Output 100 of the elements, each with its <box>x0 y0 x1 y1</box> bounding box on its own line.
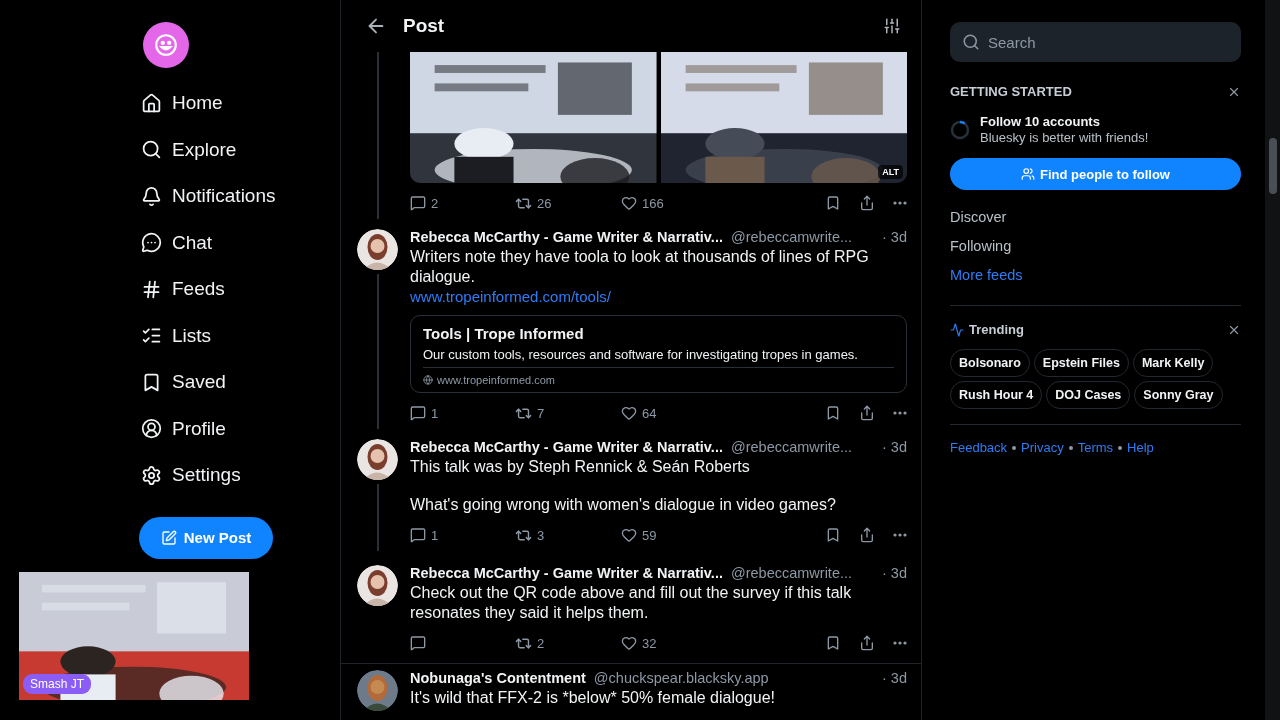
person-circle-icon <box>141 418 162 440</box>
like-button[interactable]: 59 <box>621 527 721 543</box>
heart-icon <box>621 635 637 651</box>
search-field[interactable]: Search <box>950 22 1241 62</box>
reply-button[interactable]: 1 <box>410 405 515 421</box>
link-card[interactable]: Tools | Trope Informed Our custom tools, resources and software for investigating tropes in games. www.tropeinformed.com <box>410 315 907 393</box>
post-time: · 3d <box>882 565 907 581</box>
heart-icon <box>621 405 637 421</box>
dot-separator-icon <box>1068 445 1073 450</box>
progress-ring-icon <box>950 119 970 140</box>
post-time: · 3d <box>882 439 907 455</box>
repost-button[interactable]: 3 <box>515 526 621 544</box>
more-button[interactable] <box>893 641 907 645</box>
share-icon <box>859 195 875 211</box>
nav-link[interactable]: Feeds <box>139 266 227 313</box>
home-icon <box>141 92 162 114</box>
share-icon <box>859 405 875 421</box>
repost-button[interactable]: 7 <box>515 404 621 422</box>
post-link[interactable]: www.tropeinformed.com/tools/ <box>410 287 907 307</box>
bookmark-button[interactable] <box>825 195 841 211</box>
post-time: · 3d <box>882 670 907 686</box>
search-icon <box>962 33 980 51</box>
settings-icon[interactable] <box>883 17 901 35</box>
trending-icon <box>950 322 964 337</box>
more-dots-icon <box>893 201 907 205</box>
nav-link[interactable]: Home <box>139 80 225 127</box>
nav-link[interactable]: Settings <box>139 452 243 499</box>
like-button[interactable]: 32 <box>621 635 721 651</box>
speech-bubble-icon <box>410 405 426 421</box>
post-time: · 3d <box>882 229 907 245</box>
people-icon <box>1021 167 1035 181</box>
feed-link[interactable]: Discover <box>950 202 1007 231</box>
nav-link[interactable]: Explore <box>139 126 239 173</box>
task-title: Follow 10 accounts <box>980 114 1101 129</box>
post-text: What's going wrong with women's dialogue in video games? <box>410 495 837 515</box>
reply-button[interactable]: 1 <box>410 527 515 543</box>
feed-link[interactable]: Following <box>950 231 1012 260</box>
share-button[interactable] <box>859 195 875 211</box>
globe-icon <box>423 375 433 385</box>
share-button[interactable] <box>859 635 875 651</box>
footer-link[interactable]: Terms <box>1077 440 1114 455</box>
more-button[interactable] <box>893 411 907 415</box>
dot-separator-icon <box>1118 445 1123 450</box>
bookmark-button[interactable] <box>825 635 841 651</box>
author-handle[interactable]: @rebeccamwrite... <box>730 229 853 245</box>
new-post-button[interactable]: New Post <box>139 516 273 559</box>
share-button[interactable] <box>859 405 875 421</box>
share-icon <box>859 635 875 651</box>
bookmark-icon <box>825 527 841 543</box>
speech-bubble-icon <box>410 195 426 211</box>
post-text: This talk was by Steph Rennick & Seán Roberts <box>410 457 751 477</box>
smiley-logo[interactable] <box>143 22 189 68</box>
streamer-name: Smash JT <box>23 674 91 694</box>
nav-link[interactable]: Saved <box>139 359 228 406</box>
author-handle[interactable]: @chuckspear.blacksky.app <box>593 670 769 686</box>
hash-icon <box>141 278 162 300</box>
more-dots-icon <box>893 533 907 537</box>
nav-link[interactable]: Lists <box>139 312 214 359</box>
author-name[interactable]: Nobunaga's Contentment <box>410 670 586 686</box>
bookmark-button[interactable] <box>825 405 841 421</box>
footer-link[interactable]: Feedback <box>950 440 1008 455</box>
author-handle[interactable]: @rebeccamwrite... <box>730 439 853 455</box>
page-title: Post <box>403 15 446 37</box>
more-button[interactable] <box>893 533 907 537</box>
scrollbar[interactable] <box>1265 0 1280 720</box>
search-icon <box>141 139 162 161</box>
like-button[interactable]: 64 <box>621 405 721 421</box>
like-button[interactable]: 166 <box>621 195 721 211</box>
repost-button[interactable]: 26 <box>515 194 621 212</box>
share-button[interactable] <box>859 527 875 543</box>
heart-icon <box>621 195 637 211</box>
speech-bubble-icon <box>410 527 426 543</box>
card-domain: www.tropeinformed.com <box>437 374 555 386</box>
card-title: Tools | Trope Informed <box>423 325 585 342</box>
footer-link[interactable]: Help <box>1127 440 1154 455</box>
post-text: Check out the QR code above and fill out the survey if this talk resonates they said it helps them. <box>410 583 853 623</box>
bookmark-icon <box>825 195 841 211</box>
task-subtitle: Bluesky is better with friends! <box>980 130 1149 145</box>
speech-bubble-icon <box>410 635 426 651</box>
find-people-button[interactable]: Find people to follow <box>950 158 1241 190</box>
share-icon <box>859 527 875 543</box>
bookmark-button[interactable] <box>825 527 841 543</box>
alt-badge[interactable]: ALT <box>878 165 903 179</box>
author-name[interactable]: Rebecca McCarthy - Game Writer & Narrativ... <box>410 229 723 245</box>
author-handle[interactable]: @rebeccamwrite... <box>730 565 853 581</box>
feed-link[interactable]: More feeds <box>950 260 1023 289</box>
pencil-square-icon <box>160 529 177 546</box>
nav-link[interactable]: Notifications <box>139 173 278 220</box>
nav-link[interactable]: Profile <box>139 405 228 452</box>
nav-link[interactable]: Chat <box>139 219 215 266</box>
author-name[interactable]: Rebecca McCarthy - Game Writer & Narrativ... <box>410 565 723 581</box>
chat-bubble-icon <box>141 232 162 254</box>
footer-link[interactable]: Privacy <box>1021 440 1064 455</box>
repost-button[interactable]: 2 <box>515 634 621 652</box>
post-text: It's wild that FFX-2 is *below* 50% female dialogue! <box>410 688 776 708</box>
more-button[interactable] <box>893 201 907 205</box>
author-name[interactable]: Rebecca McCarthy - Game Writer & Narrativ... <box>410 439 723 455</box>
post-text: Writers note they have toola to look at thousands of lines of RPG dialogue. <box>410 247 870 287</box>
bookmark-icon <box>825 635 841 651</box>
reply-button[interactable]: 2 <box>410 195 515 211</box>
